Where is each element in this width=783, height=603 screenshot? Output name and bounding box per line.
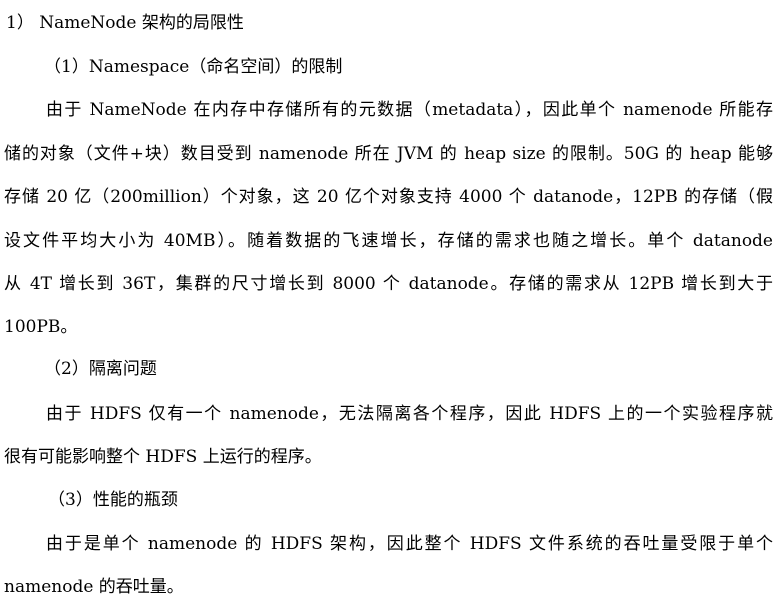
subheading-performance: （3）性能的瓶颈	[48, 490, 178, 510]
paragraph-line: 存储 20 亿（200million）个对象，这 20 亿个对象支持 4000 …	[4, 187, 773, 207]
subheading-namespace-limit: （1）Namespace（命名空间）的限制	[44, 57, 343, 77]
paragraph-line: 由于是单个 namenode 的 HDFS 架构，因此整个 HDFS 文件系统的…	[46, 534, 773, 554]
paragraph-line: 由于 HDFS 仅有一个 namenode，无法隔离各个程序，因此 HDFS 上…	[46, 404, 773, 424]
document-page: 1） NameNode 架构的局限性 （1）Namespace（命名空间）的限制…	[0, 0, 783, 603]
paragraph-line: namenode 的吞吐量。	[4, 577, 184, 597]
paragraph-line: 储的对象（文件+块）数目受到 namenode 所在 JVM 的 heap si…	[4, 144, 773, 164]
paragraph-line: 设文件平均大小为 40MB）。随着数据的飞速增长，存储的需求也随之增长。单个 d…	[4, 231, 773, 251]
paragraph-line: 从 4T 增长到 36T，集群的尺寸增长到 8000 个 datanode。存储…	[4, 274, 773, 294]
paragraph-line: 由于 NameNode 在内存中存储所有的元数据（metadata），因此单个 …	[46, 100, 773, 120]
subheading-isolation: （2）隔离问题	[44, 359, 157, 379]
paragraph-line: 100PB。	[4, 317, 78, 337]
section-heading: 1） NameNode 架构的局限性	[6, 13, 244, 33]
paragraph-line: 很有可能影响整个 HDFS 上运行的程序。	[4, 447, 322, 467]
